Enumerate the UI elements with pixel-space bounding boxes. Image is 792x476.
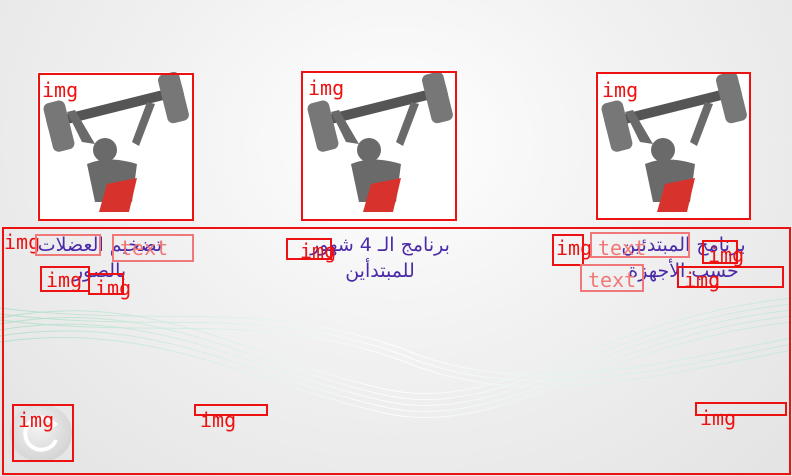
- annotation-label: img: [300, 239, 337, 263]
- annotation-label: img: [602, 78, 639, 102]
- annotation-label: img: [18, 408, 55, 432]
- annotation-box: [35, 234, 101, 256]
- annotation-label: text: [588, 268, 637, 292]
- annotation-label: img: [556, 236, 593, 260]
- annotation-label: text: [120, 236, 169, 260]
- annotation-label: img: [46, 268, 83, 292]
- annotation-label: img: [200, 408, 237, 432]
- annotation-label: img: [700, 406, 737, 430]
- annotation-label: img: [308, 76, 345, 100]
- annotation-box: [2, 227, 791, 475]
- annotation-label: img: [708, 243, 745, 267]
- annotation-label: img: [684, 268, 721, 292]
- annotation-label: img: [42, 78, 79, 102]
- annotation-label: text: [598, 236, 647, 260]
- annotation-label: img: [95, 276, 132, 300]
